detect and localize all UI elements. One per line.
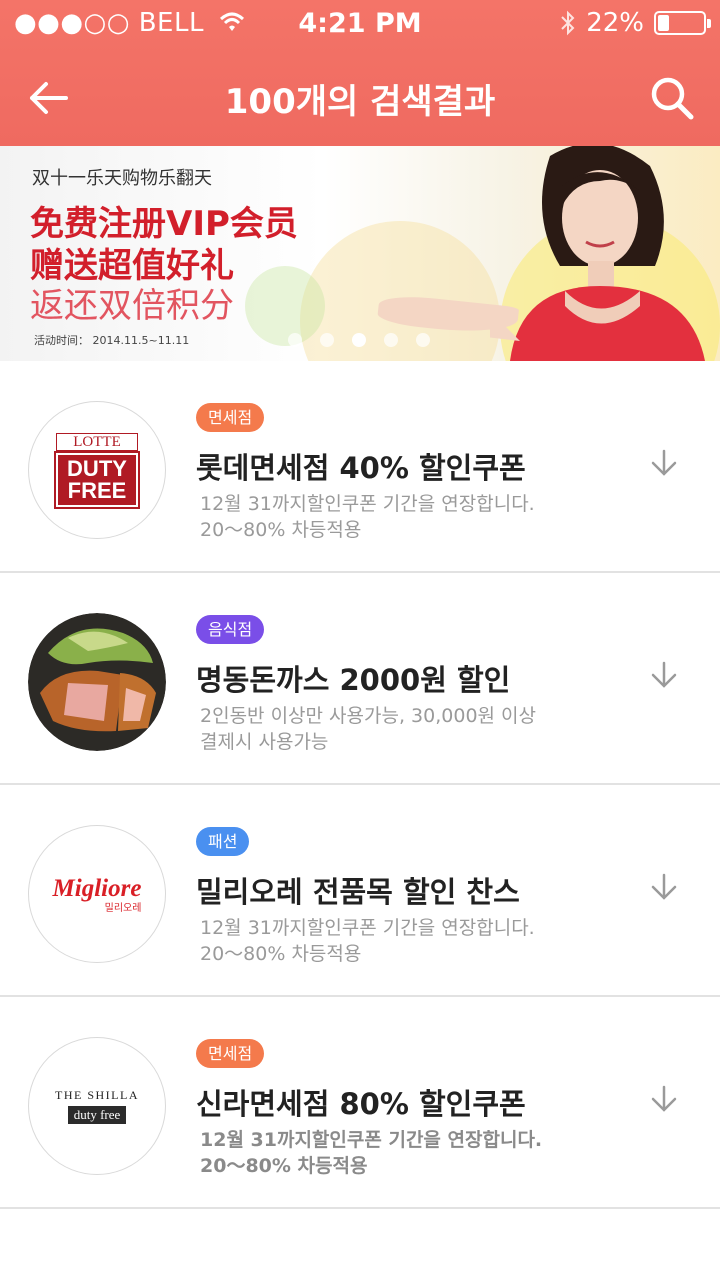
download-arrow-icon[interactable] <box>648 659 680 691</box>
category-badge: 면세점 <box>196 403 265 432</box>
tonkatsu-photo <box>28 613 166 751</box>
coupon-desc-line: 12월 31까지할인쿠폰 기간을 연장합니다. <box>200 1129 543 1151</box>
coupon-description: 2인동반 이상만 사용가능, 30,000원 이상 결제시 사용가능 <box>200 703 620 755</box>
download-arrow-icon[interactable] <box>648 447 680 479</box>
coupon-title: 신라면세점 80% 할인쿠폰 <box>196 1087 526 1121</box>
shilla-logo-word: THE SHILLA <box>55 1088 139 1102</box>
lotte-logo: LOTTE DUTY FREE <box>28 401 166 539</box>
search-icon[interactable] <box>646 72 698 124</box>
coupon-item-migliore[interactable]: Migliore 밀리오레 패션 밀리오레 전품목 할인 찬스 12월 31까지… <box>0 785 720 997</box>
banner-subtitle: 双十一乐天购物乐翻天 <box>32 168 212 189</box>
shilla-logo: THE SHILLA duty free <box>28 1037 166 1175</box>
battery-percent: 22% <box>586 8 644 38</box>
page-title: 100개의 검색결과 <box>224 82 496 122</box>
coupon-desc-line: 20～80% 차등적용 <box>200 943 362 965</box>
coupon-item-tonkatsu[interactable]: 음식점 명동돈까스 2000원 할인 2인동반 이상만 사용가능, 30,000… <box>0 573 720 785</box>
coupon-item-shilla[interactable]: THE SHILLA duty free 면세점 신라면세점 80% 할인쿠폰 … <box>0 997 720 1209</box>
lotte-logo-free: FREE <box>67 478 127 503</box>
coupon-title: 명동돈까스 2000원 할인 <box>196 663 511 697</box>
coupon-desc-line: 20～80% 차등적용 <box>200 1155 368 1177</box>
migliore-logo: Migliore 밀리오레 <box>28 825 166 963</box>
promo-banner[interactable]: 双十一乐天购物乐翻天 免费注册VIP会员 赠送超值好礼 返还双倍积分 活动时间：… <box>0 146 720 361</box>
banner-page-dot[interactable] <box>416 333 430 347</box>
bluetooth-icon <box>561 10 575 36</box>
battery-icon <box>654 11 711 35</box>
coupon-desc-line: 12월 31까지할인쿠폰 기간을 연장합니다. <box>200 493 535 515</box>
category-badge: 면세점 <box>196 1039 265 1068</box>
coupon-desc-line: 12월 31까지할인쿠폰 기간을 연장합니다. <box>200 917 535 939</box>
download-arrow-icon[interactable] <box>648 1083 680 1115</box>
category-badge: 음식점 <box>196 615 265 644</box>
download-arrow-icon[interactable] <box>648 871 680 903</box>
coupon-desc-line: 2인동반 이상만 사용가능, 30,000원 이상 <box>200 705 537 727</box>
coupon-list: LOTTE DUTY FREE 면세점 롯데면세점 40% 할인쿠폰 12월 3… <box>0 361 720 1209</box>
coupon-item-lotte[interactable]: LOTTE DUTY FREE 면세점 롯데면세점 40% 할인쿠폰 12월 3… <box>0 361 720 573</box>
banner-headline-3: 返还双倍积分 <box>30 286 234 326</box>
shilla-logo-dutyfree: duty free <box>67 1106 127 1124</box>
banner-model-image <box>490 146 705 361</box>
coupon-description: 12월 31까지할인쿠폰 기간을 연장합니다. 20～80% 차등적용 <box>200 915 620 967</box>
banner-page-dot[interactable] <box>288 333 302 347</box>
banner-page-dot[interactable] <box>352 333 366 347</box>
food-image <box>28 613 166 751</box>
coupon-title: 밀리오레 전품목 할인 찬스 <box>196 875 520 909</box>
lotte-logo-duty: DUTY <box>67 456 127 481</box>
app-header: ●●●○○ BELL 4:21 PM 22% 100개의 검색결과 <box>0 0 720 146</box>
coupon-description: 12월 31까지할인쿠폰 기간을 연장합니다. 20～80% 차등적용 <box>200 1127 620 1179</box>
banner-page-indicator <box>288 333 430 347</box>
coupon-title: 롯데면세점 40% 할인쿠폰 <box>196 451 526 485</box>
status-right: 22% <box>560 8 711 38</box>
lotte-logo-word: LOTTE <box>56 433 138 451</box>
coupon-desc-line: 20～80% 차등적용 <box>200 519 362 541</box>
banner-date: 活动时间： 2014.11.5~11.11 <box>34 334 190 347</box>
banner-page-dot[interactable] <box>384 333 398 347</box>
status-bar: ●●●○○ BELL 4:21 PM 22% <box>0 0 720 48</box>
nav-bar: 100개의 검색결과 <box>0 48 720 146</box>
category-badge: 패션 <box>196 827 250 856</box>
coupon-desc-line: 결제시 사용가능 <box>200 731 329 753</box>
battery-level <box>658 15 669 31</box>
coupon-description: 12월 31까지할인쿠폰 기간을 연장합니다. 20～80% 차등적용 <box>200 491 620 543</box>
banner-page-dot[interactable] <box>320 333 334 347</box>
